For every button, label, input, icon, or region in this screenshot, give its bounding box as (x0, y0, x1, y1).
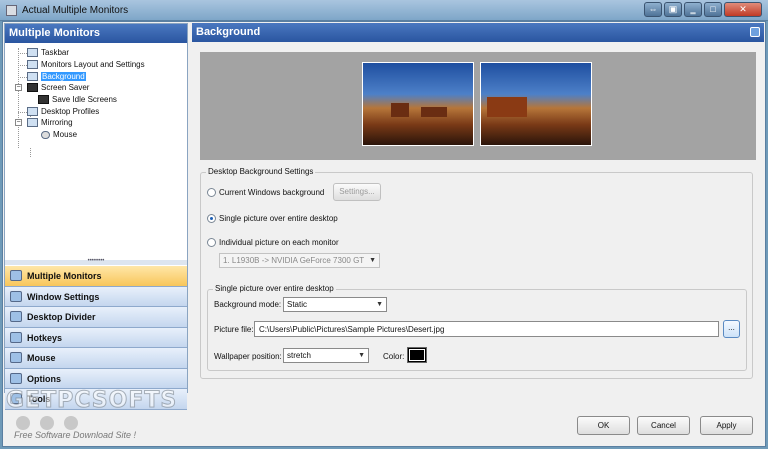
background-mode-label: Background mode: (214, 300, 282, 309)
close-button[interactable]: ✕ (724, 2, 762, 17)
radio-current-windows-background[interactable]: Current Windows background (207, 188, 324, 197)
options-icon (10, 372, 22, 384)
mouse-icon (41, 130, 50, 139)
apply-button[interactable]: Apply (700, 416, 753, 435)
picture-file-label: Picture file: (214, 325, 254, 334)
watermark-tagline: Free Software Download Site ! (14, 430, 137, 440)
butte-shape (391, 103, 409, 117)
tree-line (18, 53, 27, 54)
help-icon[interactable] (750, 27, 760, 37)
single-picture-group-title: Single picture over entire desktop (213, 284, 336, 293)
nav-mouse[interactable]: Mouse (5, 348, 187, 369)
settings-button[interactable]: Settings... (333, 183, 381, 201)
ok-button[interactable]: OK (577, 416, 630, 435)
pin-icon[interactable]: ⇔ (644, 2, 662, 17)
mirroring-icon (27, 118, 38, 128)
tree-line (18, 48, 19, 148)
background-mode-select[interactable]: Static ▼ (283, 297, 387, 312)
multiple-monitors-icon (10, 270, 22, 281)
left-pane: Multiple Monitors Taskbar Monitors Layou… (4, 23, 188, 410)
tree-line (18, 77, 27, 78)
tree-item-mirroring[interactable]: Mirroring (27, 118, 73, 130)
window-settings-icon (10, 290, 22, 302)
nav-hotkeys[interactable]: Hotkeys (5, 327, 187, 348)
watermark-question-icon (16, 416, 30, 430)
hotkeys-icon (10, 331, 22, 343)
monitor-select[interactable]: 1. L1930B -> NVIDIA GeForce 7300 GT ▼ (219, 253, 380, 268)
tree-line (18, 112, 27, 113)
butte-shape (421, 107, 447, 117)
watermark-cloud-icon (40, 416, 54, 430)
wallpaper-position-select[interactable]: stretch ▼ (283, 348, 369, 363)
monitor-preview (200, 52, 756, 160)
tree-line (30, 148, 31, 157)
left-pane-title: Multiple Monitors (5, 24, 187, 43)
butte-shape (487, 97, 527, 117)
monitor-icon[interactable]: ▣ (664, 2, 682, 17)
chevron-down-icon: ▼ (358, 352, 365, 359)
minimize-button[interactable]: ‗ (684, 2, 702, 17)
pane-splitter[interactable]: •••••••• (5, 258, 187, 265)
tree-item-screen-saver[interactable]: Screen Saver (27, 83, 89, 95)
radio-dot-selected (207, 214, 216, 223)
tree-item-monitors-layout[interactable]: Monitors Layout and Settings (27, 60, 145, 72)
title-bar: Actual Multiple Monitors ⇔ ▣ ‗ □ ✕ (0, 0, 768, 21)
background-icon (27, 72, 38, 82)
cancel-button[interactable]: Cancel (637, 416, 690, 435)
wallpaper-position-label: Wallpaper position: (214, 352, 282, 361)
desktop-background-settings-title: Desktop Background Settings (206, 167, 316, 176)
collapse-mirroring-toggle[interactable]: − (15, 119, 22, 126)
app-icon (6, 5, 17, 16)
monitors-icon (27, 60, 38, 70)
idle-screen-icon (38, 95, 49, 105)
desktop-divider-icon (10, 311, 22, 322)
radio-dot (207, 188, 216, 197)
watermark-icons (16, 416, 78, 430)
nav-desktop-divider[interactable]: Desktop Divider (5, 307, 187, 328)
tree-item-save-idle-screens[interactable]: Save Idle Screens (38, 95, 117, 107)
title-bar-buttons: ⇔ ▣ ‗ □ ✕ (644, 2, 762, 18)
nav-multiple-monitors[interactable]: Multiple Monitors (5, 266, 187, 287)
chevron-down-icon: ▼ (376, 301, 383, 308)
color-label: Color: (383, 352, 405, 361)
tree-item-mouse[interactable]: Mouse (41, 130, 77, 142)
mouse-nav-icon (10, 352, 22, 363)
right-pane-title-bar: Background (192, 23, 764, 42)
tree-item-taskbar[interactable]: Taskbar (27, 48, 69, 60)
taskbar-icon (27, 48, 38, 58)
color-swatch-button[interactable] (407, 347, 427, 363)
watermark-logo: GETPCSOFTS (5, 388, 178, 414)
picture-file-input[interactable]: C:\Users\Public\Pictures\Sample Pictures… (254, 321, 719, 337)
nav-options[interactable]: Options (5, 368, 187, 389)
radio-dot (207, 238, 216, 247)
tree-line (18, 65, 27, 66)
radio-single-picture[interactable]: Single picture over entire desktop (207, 214, 338, 223)
browse-button[interactable]: ... (723, 320, 740, 338)
monitor-2-preview-image[interactable] (480, 62, 592, 146)
settings-tree: Taskbar Monitors Layout and Settings Bac… (5, 44, 187, 260)
monitor-1-preview-image[interactable] (362, 62, 474, 146)
nav-window-settings[interactable]: Window Settings (5, 286, 187, 307)
radio-individual-picture[interactable]: Individual picture on each monitor (207, 238, 339, 247)
window-title: Actual Multiple Monitors (22, 5, 129, 16)
desktop-profiles-icon (27, 107, 38, 117)
page-title: Background (196, 26, 261, 38)
collapse-screen-saver-toggle[interactable]: − (15, 84, 22, 91)
maximize-button[interactable]: □ (704, 2, 722, 17)
chevron-down-icon: ▼ (369, 257, 376, 264)
watermark-cloud-icon (64, 416, 78, 430)
screen-saver-icon (27, 83, 38, 93)
